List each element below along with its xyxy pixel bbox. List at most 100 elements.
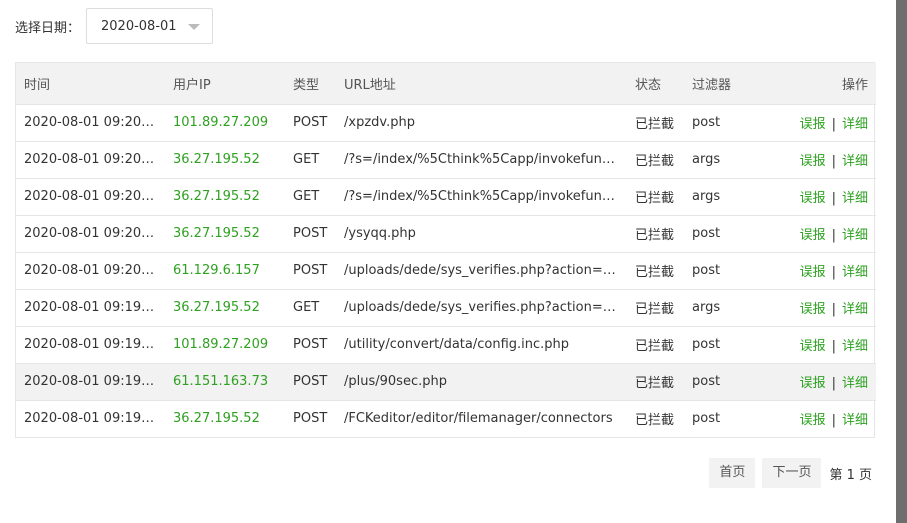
cell-status: 已拦截 [635,117,675,132]
header-status: 状态 [635,77,662,93]
cell-time: 2020-08-01 09:20:00 [24,189,163,204]
detail-link[interactable]: 详细 [842,117,868,132]
table-row: 2020-08-01 09:19:58 36.27.195.52 POST/FCKe… [16,400,876,437]
table-row: 2020-08-01 09:20:00 61.129.6.157 POST/uplo… [16,252,876,289]
action-separator: | [831,228,836,243]
header-url: URL地址 [344,77,396,93]
page: 选择日期： 2020-08-01 时间 用户IP 类型 URL地址 状态 过滤器… [0,0,907,523]
cell-status: 已拦截 [635,302,675,317]
cell-url: /uploads/dede/sys_verifies.php?action=do… [344,263,627,278]
cell-time: 2020-08-01 09:19:58 [24,411,163,427]
cell-type: GET [293,152,320,167]
report-link[interactable]: 误报 [800,265,826,280]
cell-url: /uploads/dede/sys_verifies.php?action=do… [344,300,627,315]
next-page-button[interactable]: 下一页 [762,458,822,488]
cell-type: POST [293,115,328,130]
cell-url: /utility/convert/data/config.inc.php [344,337,570,352]
cell-filter: post [692,226,721,241]
cell-status: 已拦截 [635,228,675,243]
cell-ip: 101.89.27.209 [173,115,269,130]
cell-status: 已拦截 [635,339,675,354]
cell-time: 2020-08-01 09:19:59 [24,300,163,315]
cell-ip: 36.27.195.52 [173,226,260,241]
detail-link[interactable]: 详细 [842,191,868,206]
pagination: 首页 下一页 第 1 页 [702,458,872,488]
cell-time: 2020-08-01 09:20:00 [24,152,163,167]
cell-status: 已拦截 [635,376,675,391]
header-type: 类型 [293,77,320,93]
cell-ip: 36.27.195.52 [173,411,260,427]
cell-filter: post [692,263,721,278]
table-row: 2020-08-01 09:19:59 36.27.195.52 GET/uploa… [16,289,876,326]
cell-filter: post [692,374,721,389]
report-link[interactable]: 误报 [800,413,826,428]
cell-status: 已拦截 [635,154,675,169]
table-row: 2020-08-01 09:20:08 101.89.27.209 POST/xpz… [16,104,876,141]
cell-url: /FCKeditor/editor/filemanager/connectors [344,411,613,427]
report-link[interactable]: 误报 [800,302,826,317]
report-link[interactable]: 误报 [800,228,826,243]
action-separator: | [831,376,836,391]
detail-link[interactable]: 详细 [842,154,868,169]
table-row: 2020-08-01 09:20:00 36.27.195.52 POST/ysyq… [16,215,876,252]
cell-type: POST [293,263,328,278]
cell-ops: 误报 | 详细 [769,400,876,437]
chevron-down-icon [188,24,201,30]
header-time: 时间 [24,77,51,93]
cell-type: POST [293,337,328,352]
cell-ip: 61.129.6.157 [173,263,260,278]
action-separator: | [831,154,836,169]
cell-ops: 误报 | 详细 [769,289,876,326]
action-separator: | [831,302,836,317]
cell-ops: 误报 | 详细 [769,215,876,252]
header-ops: 操作 [841,77,868,93]
table-row: 2020-08-01 09:20:00 36.27.195.52 GET /?s=/i… [16,178,876,215]
report-link[interactable]: 误报 [800,339,826,354]
cell-status: 已拦截 [635,265,675,280]
cell-ip: 101.89.27.209 [173,337,269,352]
table-header-row: 时间 用户IP 类型 URL地址 状态 过滤器 操作 [16,63,876,104]
cell-type: POST [293,226,328,241]
date-select-value: 2020-08-01 [101,18,177,34]
action-separator: | [831,191,836,206]
date-filter: 选择日期： 2020-08-01 [15,7,214,45]
cell-type: POST [293,374,328,389]
page-info: 第 1 页 [829,467,872,483]
cell-time: 2020-08-01 09:20:00 [24,226,163,241]
header-filter: 过滤器 [692,77,732,93]
action-separator: | [831,413,836,429]
date-select[interactable]: 2020-08-01 [86,8,214,44]
report-link[interactable]: 误报 [800,154,826,169]
log-table: 时间 用户IP 类型 URL地址 状态 过滤器 操作 2020-08-01 09… [15,62,876,438]
cell-ip: 36.27.195.52 [173,152,260,167]
cell-filter: post [692,411,721,427]
report-link[interactable]: 误报 [800,117,826,132]
cell-time: 2020-08-01 09:20:00 [24,263,163,278]
detail-link[interactable]: 详细 [842,413,868,428]
report-link[interactable]: 误报 [800,376,826,391]
cell-url: /xpzdv.php [344,115,415,130]
table-row: 2020-08-01 09:19:59 101.89.27.209 POST/uti… [16,326,876,363]
cell-ops: 误报 | 详细 [769,141,876,178]
detail-link[interactable]: 详细 [842,339,868,354]
report-link[interactable]: 误报 [800,191,826,206]
cell-ip: 36.27.195.52 [173,189,260,204]
cell-ops: 误报 | 详细 [769,104,876,141]
detail-link[interactable]: 详细 [842,302,868,317]
cell-url: /?s=/index/%5Cthink%5Capp/invokefunction [344,189,627,204]
cell-time: 2020-08-01 09:19:59 [24,337,163,352]
detail-link[interactable]: 详细 [842,376,868,391]
cell-filter: args [692,152,721,167]
detail-link[interactable]: 详细 [842,228,868,243]
action-separator: | [831,339,836,354]
scrollbar[interactable] [896,0,907,523]
detail-link[interactable]: 详细 [842,265,868,280]
cell-filter: args [692,300,721,315]
cell-ip: 61.151.163.73 [173,374,269,389]
cell-filter: post [692,337,721,352]
action-separator: | [831,117,836,132]
cell-url: /plus/90sec.php [344,374,447,389]
cell-type: POST [293,411,328,427]
first-page-button[interactable]: 首页 [709,458,756,488]
cell-ops: 误报 | 详细 [769,363,876,400]
